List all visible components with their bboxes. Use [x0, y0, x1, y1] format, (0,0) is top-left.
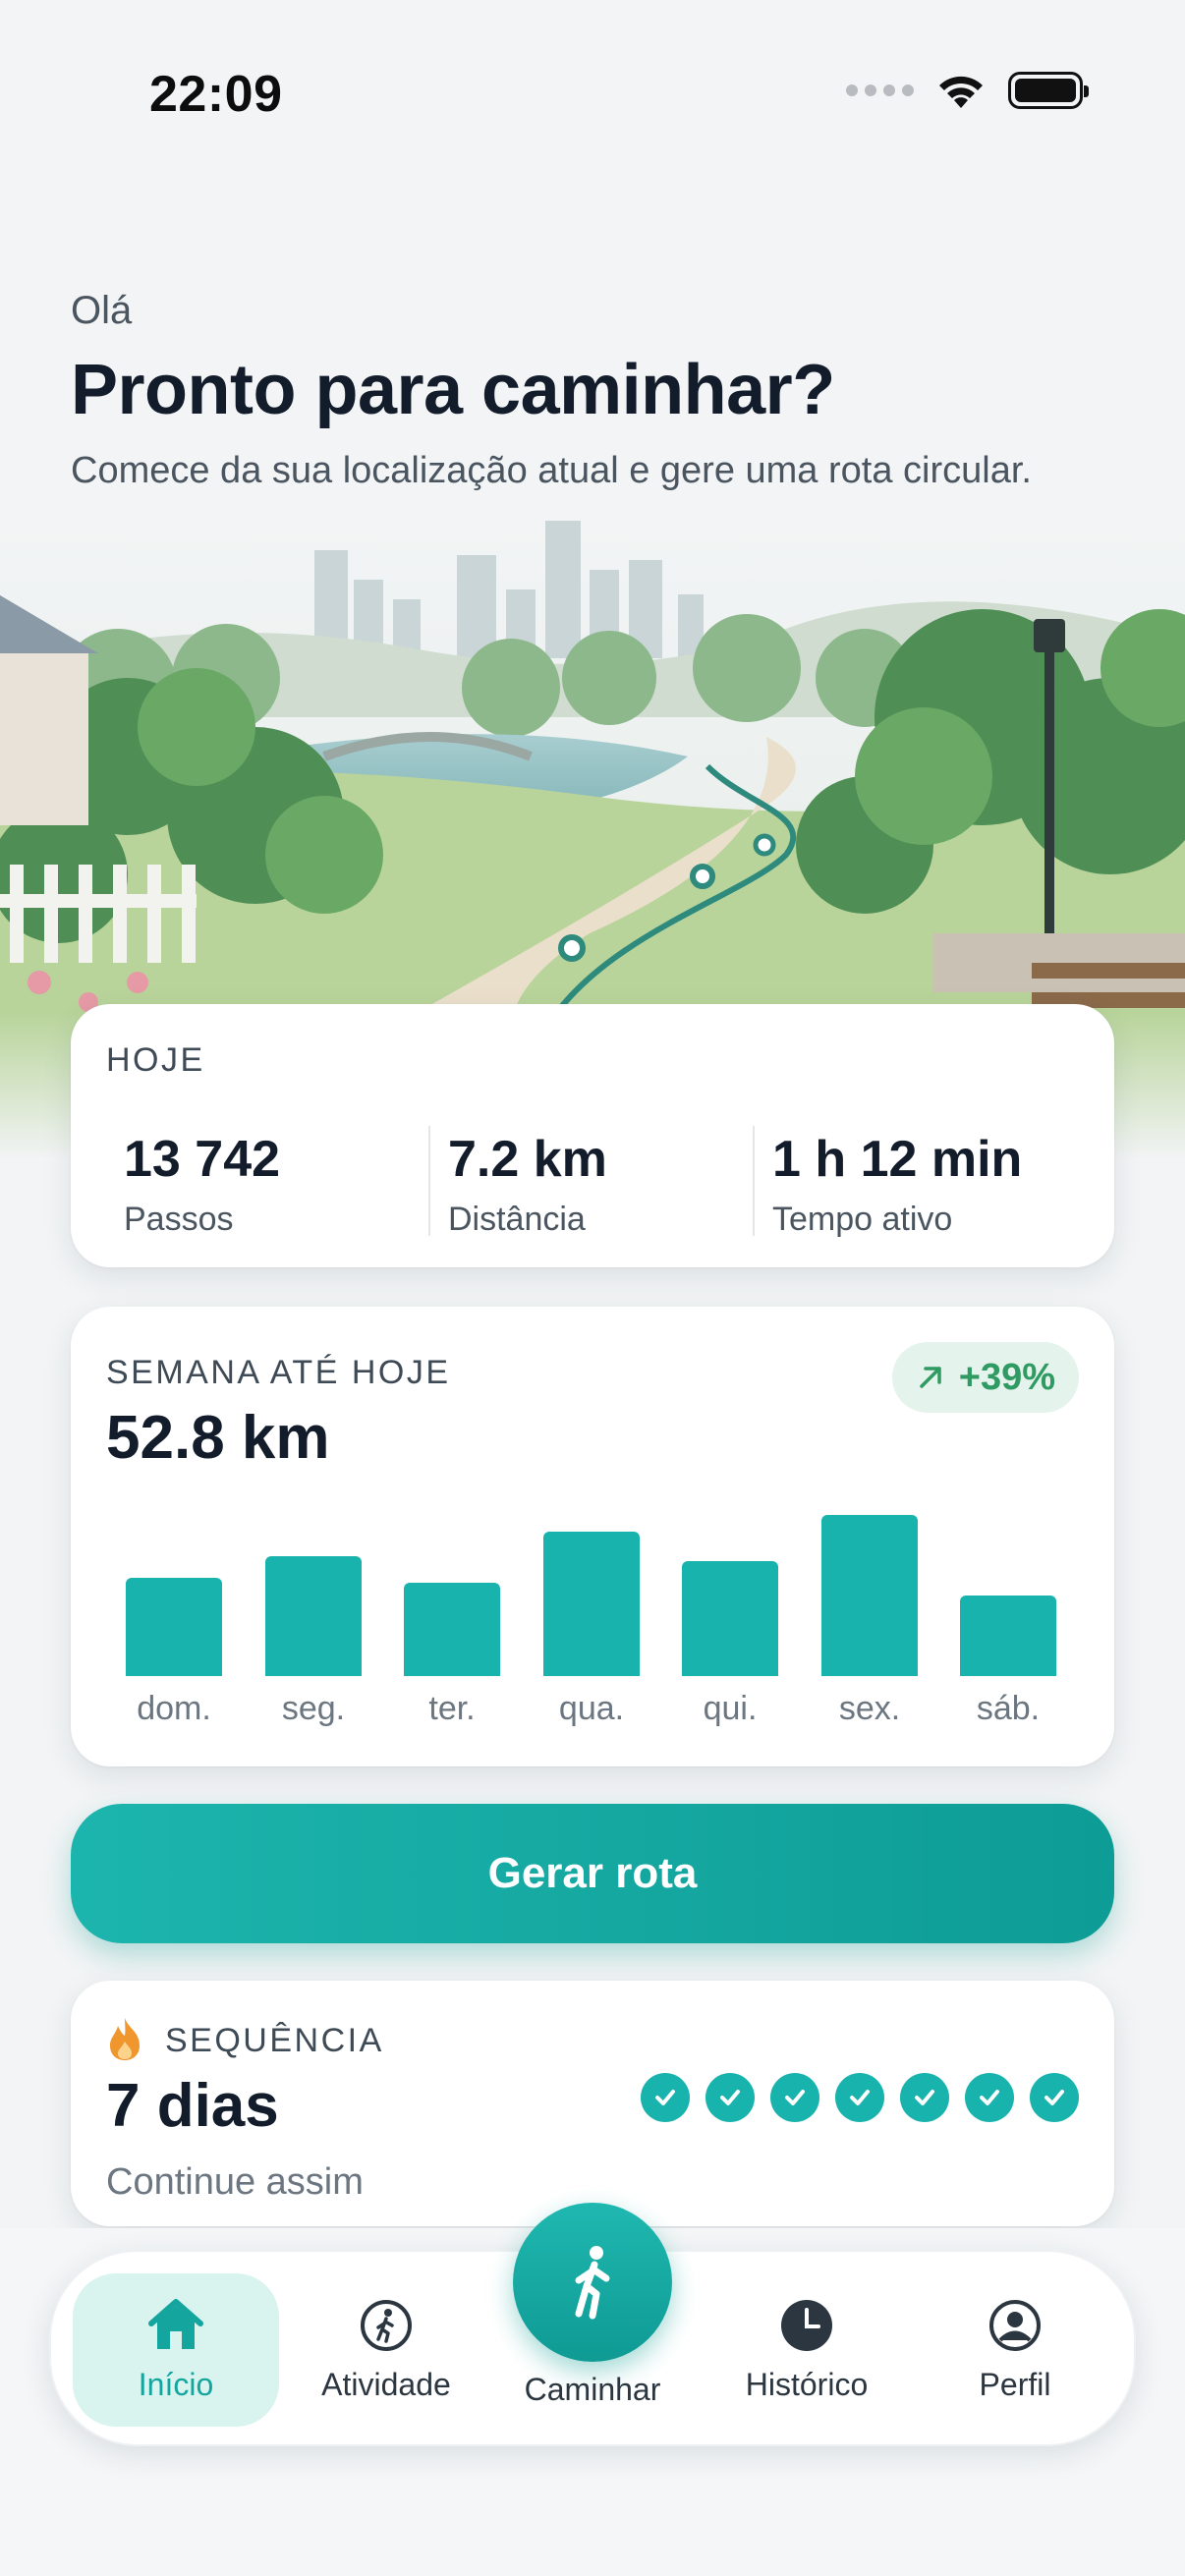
clock-icon: [781, 2299, 832, 2351]
chart-bar: [404, 1583, 500, 1676]
profile-icon: [989, 2299, 1041, 2351]
tab-atividade[interactable]: Atividade: [283, 2273, 489, 2427]
check-icon: [641, 2073, 690, 2122]
greeting: Olá: [71, 289, 133, 332]
tab-label: Perfil: [979, 2366, 1051, 2402]
today-card: HOJE 13 742 Passos 7.2 km Distância 1 h …: [71, 1004, 1114, 1267]
battery-icon: [1008, 72, 1089, 109]
stat-divider: [753, 1126, 755, 1236]
distance-value: 7.2 km: [448, 1131, 607, 1188]
tab-perfil[interactable]: Perfil: [912, 2273, 1118, 2427]
streak-label: SEQUÊNCIA: [165, 2022, 384, 2059]
chart-day-label: seg.: [281, 1690, 346, 1727]
chart-bar: [543, 1532, 640, 1676]
walker-icon: [361, 2299, 412, 2351]
streak-value: 7 dias: [106, 2072, 279, 2140]
week-card: SEMANA ATÉ HOJE 52.8 km +39% dom. seg. ter…: [71, 1307, 1114, 1766]
week-total: 52.8 km: [106, 1404, 330, 1472]
active-time-label: Tempo ativo: [772, 1201, 953, 1238]
status-time: 22:09: [149, 66, 283, 123]
chart-bar: [265, 1556, 362, 1676]
check-icon: [705, 2073, 755, 2122]
chart-bar: [821, 1515, 918, 1676]
check-icon: [770, 2073, 819, 2122]
check-icon: [1030, 2073, 1079, 2122]
streak-card: SEQUÊNCIA 7 dias Continue assim: [71, 1981, 1114, 2226]
chart-bar: [126, 1578, 222, 1676]
arrow-up-right-icon: [920, 1367, 941, 1388]
chart-day-label: sáb.: [976, 1690, 1041, 1727]
generate-route-button[interactable]: Gerar rota: [71, 1804, 1114, 1943]
tab-label: Caminhar: [524, 2372, 661, 2407]
chart-day-label: dom.: [137, 1690, 211, 1727]
home-icon: [148, 2298, 203, 2349]
page-title: Pronto para caminhar?: [71, 351, 835, 429]
tab-inicio[interactable]: Início: [73, 2273, 279, 2427]
status-icons: [846, 71, 1089, 110]
tab-label: Início: [138, 2366, 214, 2402]
walk-fab-button[interactable]: [513, 2203, 672, 2362]
stat-divider: [428, 1126, 430, 1236]
steps-label: Passos: [124, 1201, 234, 1238]
chart-day-label: sex.: [838, 1690, 901, 1727]
chart-day-label: qua.: [558, 1690, 625, 1727]
walking-person-icon: [575, 2246, 610, 2320]
chart-day-label: qui.: [703, 1690, 758, 1727]
check-icon: [900, 2073, 949, 2122]
trend-badge: +39%: [891, 1342, 1079, 1413]
stat-active-time: 1 h 12 min Tempo ativo: [772, 1130, 1022, 1239]
tab-label: Histórico: [745, 2366, 869, 2402]
check-icon: [835, 2073, 884, 2122]
stat-steps: 13 742 Passos: [124, 1130, 280, 1239]
cellular-signal-icon: [846, 84, 914, 96]
page-subtitle: Comece da sua localização atual e gere u…: [71, 450, 1032, 491]
steps-value: 13 742: [124, 1131, 281, 1188]
tab-historico[interactable]: Histórico: [704, 2273, 910, 2427]
week-label: SEMANA ATÉ HOJE: [106, 1354, 451, 1391]
status-bar: 22:09: [0, 0, 1185, 196]
distance-label: Distância: [448, 1201, 586, 1238]
chart-bar: [682, 1561, 778, 1676]
chart-bar: [960, 1596, 1056, 1676]
chart-day-label: ter.: [428, 1690, 476, 1727]
wifi-icon: [939, 76, 983, 108]
trend-value: +39%: [958, 1356, 1055, 1398]
check-icon: [965, 2073, 1014, 2122]
active-time-value: 1 h 12 min: [772, 1131, 1023, 1188]
tab-label: Atividade: [321, 2366, 451, 2402]
stat-distance: 7.2 km Distância: [448, 1130, 607, 1239]
today-label: HOJE: [106, 1041, 205, 1079]
streak-subtitle: Continue assim: [106, 2161, 364, 2203]
flame-icon: [110, 2018, 140, 2060]
